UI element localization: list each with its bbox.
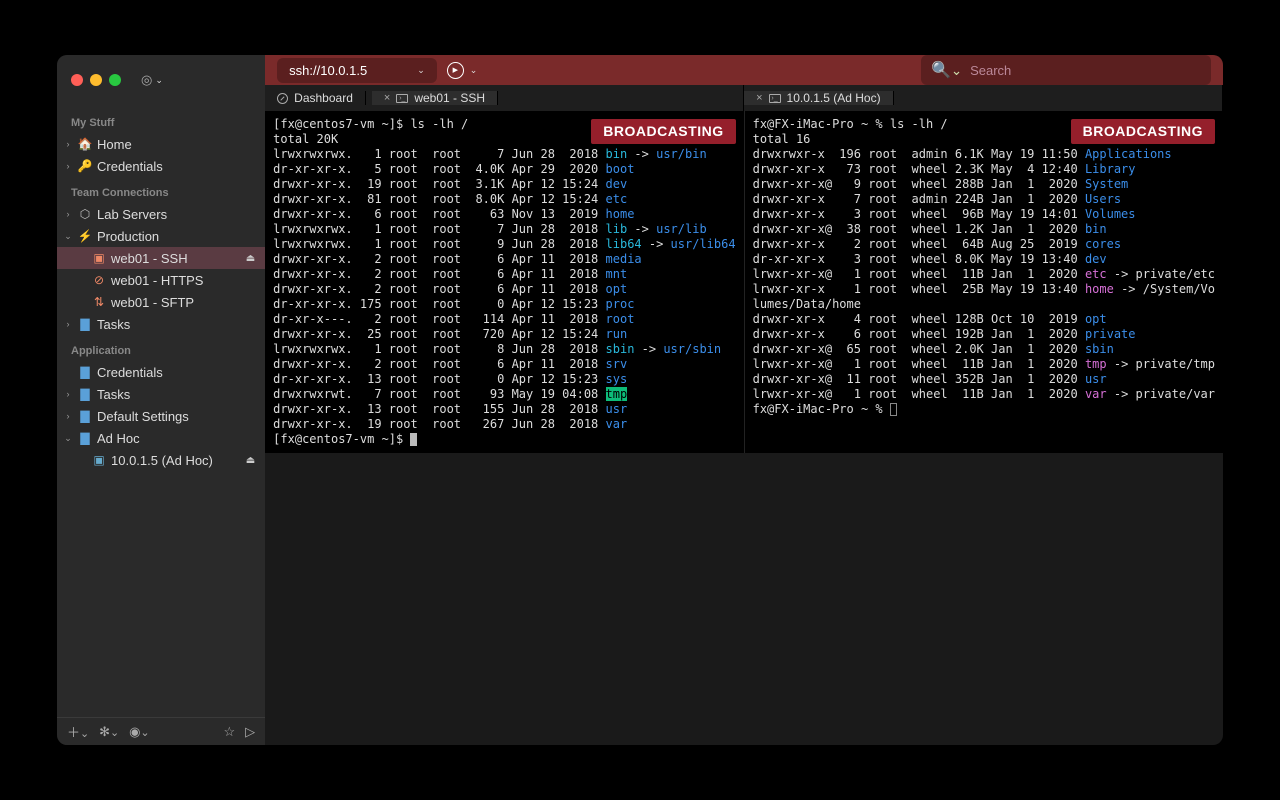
sidebar-item-label: 10.0.1.5 (Ad Hoc) <box>111 453 242 468</box>
sidebar-footer: ＋⌄ ✻⌄ ◉⌄ ☆ ▷ <box>57 717 265 745</box>
run-button[interactable]: ▶⌄ <box>447 62 478 79</box>
tab-group-right: × ›_ 10.0.1.5 (Ad Hoc) <box>744 85 1223 111</box>
sidebar-body: My Stuff ›🏠 Home ›🔑 Credentials Team Con… <box>57 105 265 717</box>
app-window: ◎ ⌄ My Stuff ›🏠 Home ›🔑 Credentials Team… <box>57 55 1223 745</box>
sidebar-item-web01-https[interactable]: ⊘ web01 - HTTPS <box>57 269 265 291</box>
terminal-icon: ›_ <box>769 94 781 103</box>
tab-group-left: Dashboard × ›_ web01 - SSH <box>265 85 744 111</box>
section-team: Team Connections <box>57 177 265 203</box>
minimize-window-button[interactable] <box>90 74 102 86</box>
sidebar-item-home[interactable]: ›🏠 Home <box>57 133 265 155</box>
terminal-pane-left[interactable]: BROADCASTING [fx@centos7-vm ~]$ ls -lh /… <box>265 111 744 453</box>
sidebar-item-app-tasks[interactable]: ›▇ Tasks <box>57 383 265 405</box>
tab-dashboard[interactable]: Dashboard <box>265 91 366 105</box>
tab-label: Dashboard <box>294 91 353 105</box>
broadcast-badge: BROADCASTING <box>591 119 735 144</box>
sidebar-item-label: web01 - HTTPS <box>111 273 255 288</box>
traffic-lights <box>71 74 121 86</box>
play-icon[interactable]: ▷ <box>245 724 255 740</box>
tab-bar: Dashboard × ›_ web01 - SSH × ›_ <box>265 85 1223 111</box>
titlebar: ◎ ⌄ <box>57 55 265 105</box>
sidebar: ◎ ⌄ My Stuff ›🏠 Home ›🔑 Credentials Team… <box>57 55 265 745</box>
search-icon: 🔍⌄ <box>931 60 962 80</box>
chrome-row: ◎ ⌄ My Stuff ›🏠 Home ›🔑 Credentials Team… <box>57 55 1223 105</box>
sidebar-item-label: web01 - SSH <box>111 251 242 266</box>
sidebar-item-default-settings[interactable]: ›▇ Default Settings <box>57 405 265 427</box>
sidebar-item-label: Credentials <box>97 159 255 174</box>
main-area: Dashboard × ›_ web01 - SSH × ›_ <box>265 85 1223 453</box>
sidebar-item-production[interactable]: ⌄⚡ Production <box>57 225 265 247</box>
broadcast-badge: BROADCASTING <box>1071 119 1215 144</box>
sidebar-item-label: Tasks <box>97 317 255 332</box>
close-window-button[interactable] <box>71 74 83 86</box>
sidebar-item-lab-servers[interactable]: ›⬡ Lab Servers <box>57 203 265 225</box>
sidebar-item-label: Home <box>97 137 255 152</box>
add-button[interactable]: ＋⌄ <box>67 722 89 741</box>
address-bar[interactable]: ssh://10.0.1.5 ⌄ <box>277 58 437 83</box>
eject-icon[interactable]: ⏏ <box>246 455 255 466</box>
sidebar-item-adhoc[interactable]: ⌄▇ Ad Hoc <box>57 427 265 449</box>
split-panes: BROADCASTING [fx@centos7-vm ~]$ ls -lh /… <box>265 111 1223 453</box>
terminal-pane-right[interactable]: BROADCASTING fx@FX-iMac-Pro ~ % ls -lh /… <box>745 111 1223 453</box>
content-column: ssh://10.0.1.5 ⌄ ▶⌄ 🔍⌄ Dash <box>265 55 1223 105</box>
sidebar-item-credentials[interactable]: ›🔑 Credentials <box>57 155 265 177</box>
sidebar-item-label: Credentials <box>97 365 255 380</box>
dashboard-icon <box>277 93 288 104</box>
settings-button[interactable]: ✻⌄ <box>99 724 119 740</box>
eject-icon[interactable]: ⏏ <box>246 253 255 264</box>
sync-button[interactable]: ◉⌄ <box>129 724 149 740</box>
toolbar: ssh://10.0.1.5 ⌄ ▶⌄ 🔍⌄ <box>265 55 1223 85</box>
section-my-stuff: My Stuff <box>57 107 265 133</box>
sidebar-item-tasks[interactable]: ›▇ Tasks <box>57 313 265 335</box>
zoom-window-button[interactable] <box>109 74 121 86</box>
section-application: Application <box>57 335 265 361</box>
tab-label: 10.0.1.5 (Ad Hoc) <box>787 91 881 105</box>
star-icon[interactable]: ☆ <box>224 724 236 740</box>
sidebar-item-label: Ad Hoc <box>97 431 255 446</box>
sidebar-item-adhoc-host[interactable]: ▣ 10.0.1.5 (Ad Hoc) ⏏ <box>57 449 265 471</box>
search-box[interactable]: 🔍⌄ <box>921 55 1211 85</box>
sidebar-item-label: Production <box>97 229 255 244</box>
tab-web01-ssh[interactable]: × ›_ web01 - SSH <box>372 91 498 105</box>
sidebar-item-web01-sftp[interactable]: ⇅ web01 - SFTP <box>57 291 265 313</box>
search-input[interactable] <box>970 63 1201 78</box>
sidebar-item-app-credentials[interactable]: ▇ Credentials <box>57 361 265 383</box>
terminal-icon: ›_ <box>396 94 408 103</box>
tab-adhoc[interactable]: × ›_ 10.0.1.5 (Ad Hoc) <box>744 91 894 105</box>
close-icon[interactable]: × <box>756 92 762 104</box>
sidebar-item-label: web01 - SFTP <box>111 295 255 310</box>
tab-label: web01 - SSH <box>414 91 485 105</box>
sidebar-item-label: Default Settings <box>97 409 255 424</box>
window-menu-button[interactable]: ◎ ⌄ <box>141 72 163 88</box>
sidebar-item-label: Tasks <box>97 387 255 402</box>
sidebar-item-label: Lab Servers <box>97 207 255 222</box>
sidebar-item-web01-ssh[interactable]: ▣ web01 - SSH ⏏ <box>57 247 265 269</box>
close-icon[interactable]: × <box>384 92 390 104</box>
address-text: ssh://10.0.1.5 <box>289 63 367 78</box>
chevron-down-icon[interactable]: ⌄ <box>417 65 425 76</box>
